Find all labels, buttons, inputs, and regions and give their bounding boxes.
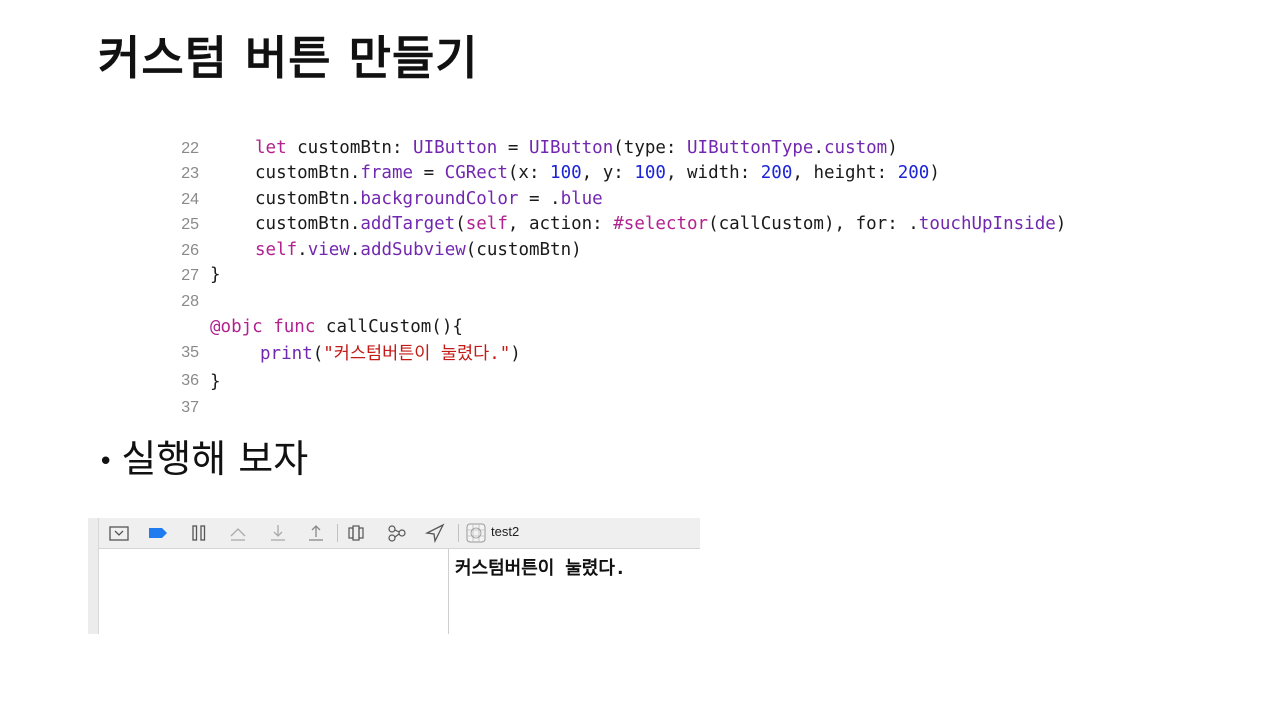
code-text: customBtn.backgroundColor = .blue	[255, 188, 603, 209]
code-text: customBtn.frame = CGRect(x: 100, y: 100,…	[255, 163, 940, 183]
code-text: @objc func callCustom(){	[210, 316, 463, 337]
target-app-icon[interactable]	[465, 523, 487, 543]
step-into-icon[interactable]	[267, 523, 289, 543]
console-output-text: 커스텀버튼이 눌렸다.	[455, 558, 626, 579]
simulate-location-icon[interactable]	[424, 523, 446, 543]
code-line: 28 }	[118, 263, 1178, 310]
code-text: }	[210, 265, 221, 285]
code-text: customBtn.addTarget(self, action: #selec…	[255, 214, 1067, 234]
line-number: 37	[181, 399, 200, 416]
code-text: }	[210, 371, 221, 392]
pause-icon[interactable]	[188, 523, 210, 543]
target-app-label[interactable]: test2	[491, 524, 519, 539]
code-line: 24 customBtn.frame = CGRect(x: 100, y: 1…	[118, 161, 1178, 208]
code-line: 22	[118, 110, 1178, 157]
step-out-icon[interactable]	[305, 523, 327, 543]
step-over-icon[interactable]	[227, 523, 249, 543]
debug-console-screenshot: test2 커스텀버튼이 눌렸다.	[88, 518, 700, 634]
console-left-edge	[88, 549, 99, 634]
code-text: self.view.addSubview(customBtn)	[255, 239, 582, 260]
toolbar-separator	[458, 524, 459, 542]
code-line: 23 let customBtn: UIButton = UIButton(ty…	[118, 136, 1178, 183]
bullet-marker: •	[98, 446, 114, 477]
toolbar-separator	[337, 524, 338, 542]
memory-graph-icon[interactable]	[386, 523, 408, 543]
code-line: 29	[118, 289, 1178, 305]
code-line: 36 print("커스텀버튼이 눌렸다.")	[118, 342, 1178, 389]
code-line: 26 customBtn.addTarget(self, action: #se…	[118, 212, 1178, 259]
console-pane-divider[interactable]	[448, 549, 449, 634]
slide: 커스텀 버튼 만들기 22 23 let customBtn: UIButton…	[0, 0, 1280, 720]
hide-debug-area-icon[interactable]	[108, 523, 130, 543]
code-listing: 22 23 let customBtn: UIButton = UIButton…	[118, 110, 1178, 417]
code-text: print("커스텀버튼이 눌렸다.")	[260, 344, 521, 364]
code-line: 25 customBtn.backgroundColor = .blue	[118, 187, 1178, 234]
code-line: 27 self.view.addSubview(customBtn)	[118, 238, 1178, 285]
debug-toolbar: test2	[88, 518, 700, 634]
bullet-text: 실행해 보자	[121, 437, 309, 481]
code-line: 35 @objc func callCustom(){	[118, 315, 1178, 362]
breakpoints-toggle-icon[interactable]	[147, 523, 169, 543]
slide-title: 커스텀 버튼 만들기	[98, 31, 479, 85]
view-hierarchy-icon[interactable]	[346, 523, 368, 543]
bullet-item: • 실행해 보자	[98, 428, 308, 483]
code-text: let customBtn: UIButton = UIButton(type:…	[255, 137, 898, 158]
code-line: 37 }	[118, 370, 1178, 417]
